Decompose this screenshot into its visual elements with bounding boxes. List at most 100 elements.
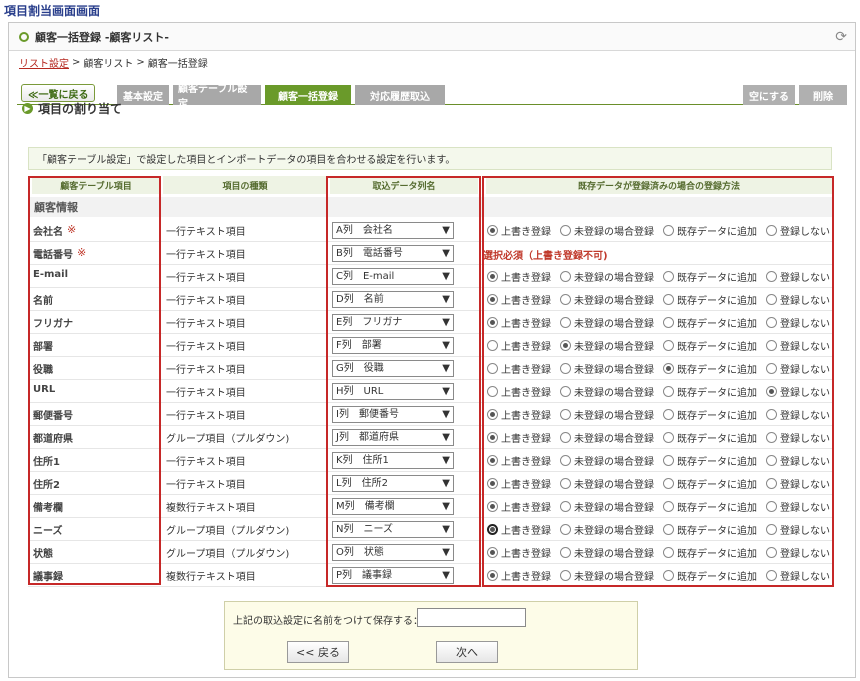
- radio-option-2[interactable]: [663, 455, 674, 466]
- radio-option-1[interactable]: [560, 501, 571, 512]
- tab-history-import[interactable]: 対応履歴取込: [355, 85, 445, 105]
- back-button[interactable]: << 戻る: [287, 641, 349, 663]
- radio-option-2[interactable]: [663, 432, 674, 443]
- radio-option-0[interactable]: [487, 432, 498, 443]
- radio-option-2[interactable]: [663, 363, 674, 374]
- radio-option-3[interactable]: [766, 409, 777, 420]
- breadcrumb-link-list-settings[interactable]: リスト設定: [19, 55, 69, 70]
- empty-button[interactable]: 空にする: [743, 85, 795, 105]
- delete-button[interactable]: 削除: [799, 85, 847, 105]
- radio-option-2[interactable]: [663, 386, 674, 397]
- refresh-icon[interactable]: ⟳: [835, 29, 847, 45]
- radio-option-0[interactable]: [487, 570, 498, 581]
- source-column-select[interactable]: N列 ニーズ ▼: [332, 521, 454, 538]
- field-kind: 一行テキスト項目: [166, 250, 246, 261]
- source-column-select[interactable]: M列 備考欄 ▼: [332, 498, 454, 515]
- radio-option-3[interactable]: [766, 386, 777, 397]
- source-column-select[interactable]: F列 部署 ▼: [332, 337, 454, 354]
- radio-option-0[interactable]: [487, 478, 498, 489]
- source-column-select[interactable]: O列 状態 ▼: [332, 544, 454, 561]
- radio-option-1[interactable]: [560, 225, 571, 236]
- radio-option-2[interactable]: [663, 225, 674, 236]
- radio-option-0[interactable]: [487, 547, 498, 558]
- radio-option-0[interactable]: [487, 409, 498, 420]
- radio-option-1[interactable]: [560, 570, 571, 581]
- radio-option-2[interactable]: [663, 317, 674, 328]
- next-button[interactable]: 次へ: [436, 641, 498, 663]
- source-column-select[interactable]: C列 E-mail ▼: [332, 268, 454, 285]
- radio-option-0[interactable]: [487, 363, 498, 374]
- radio-option-1[interactable]: [560, 317, 571, 328]
- source-column-select[interactable]: I列 郵便番号 ▼: [332, 406, 454, 423]
- source-column-select[interactable]: D列 名前 ▼: [332, 291, 454, 308]
- tab-customer-table-settings[interactable]: 顧客テーブル設定: [173, 84, 261, 110]
- radio-option-1[interactable]: [560, 340, 571, 351]
- radio-option-2[interactable]: [663, 294, 674, 305]
- source-column-value: P列 議事録: [336, 570, 393, 581]
- field-kind: 一行テキスト項目: [166, 388, 246, 399]
- radio-option-label: 未登録の場合登録: [574, 480, 654, 491]
- settings-name-input[interactable]: [417, 608, 526, 627]
- source-column-select[interactable]: B列 電話番号 ▼: [332, 245, 454, 262]
- source-column-select[interactable]: L列 住所2 ▼: [332, 475, 454, 492]
- radio-option-3[interactable]: [766, 432, 777, 443]
- radio-option-3[interactable]: [766, 478, 777, 489]
- radio-option-3[interactable]: [766, 225, 777, 236]
- chevron-down-icon: ▼: [442, 524, 450, 535]
- radio-option-1[interactable]: [560, 386, 571, 397]
- radio-option-1[interactable]: [560, 524, 571, 535]
- radio-option-1[interactable]: [560, 478, 571, 489]
- radio-option-0[interactable]: [487, 386, 498, 397]
- source-column-select[interactable]: H列 URL ▼: [332, 383, 454, 400]
- tab-bulk-register[interactable]: 顧客一括登録: [265, 85, 351, 105]
- radio-option-3[interactable]: [766, 501, 777, 512]
- radio-option-3[interactable]: [766, 570, 777, 581]
- panel-header: 顧客一括登録 -顧客リスト- ⟳: [9, 23, 855, 51]
- radio-option-3[interactable]: [766, 271, 777, 282]
- radio-option-3[interactable]: [766, 363, 777, 374]
- radio-option-3[interactable]: [766, 547, 777, 558]
- radio-option-2[interactable]: [663, 524, 674, 535]
- radio-option-2[interactable]: [663, 478, 674, 489]
- required-selection-warning: 選択必須（上書き登録不可): [483, 251, 608, 262]
- table-row: 住所2 一行テキスト項目 L列 住所2 ▼ 上書き登録 未登録の場合登録 既存データに追加 登…: [28, 472, 832, 495]
- source-column-select[interactable]: E列 フリガナ ▼: [332, 314, 454, 331]
- radio-option-1[interactable]: [560, 547, 571, 558]
- radio-option-3[interactable]: [766, 294, 777, 305]
- radio-option-label: 登録しない: [780, 411, 830, 422]
- radio-option-0[interactable]: [487, 340, 498, 351]
- radio-option-2[interactable]: [663, 271, 674, 282]
- radio-option-1[interactable]: [560, 363, 571, 374]
- radio-option-2[interactable]: [663, 340, 674, 351]
- radio-option-3[interactable]: [766, 340, 777, 351]
- source-column-select[interactable]: A列 会社名 ▼: [332, 222, 454, 239]
- radio-option-1[interactable]: [560, 294, 571, 305]
- source-column-select[interactable]: J列 都道府県 ▼: [332, 429, 454, 446]
- radio-option-0[interactable]: [487, 501, 498, 512]
- registration-method-radio-group: 上書き登録 未登録の場合登録 既存データに追加 登録しない: [487, 499, 839, 514]
- source-column-select[interactable]: G列 役職 ▼: [332, 360, 454, 377]
- radio-option-3[interactable]: [766, 455, 777, 466]
- radio-option-1[interactable]: [560, 409, 571, 420]
- radio-option-0[interactable]: [487, 317, 498, 328]
- source-column-select[interactable]: P列 議事録 ▼: [332, 567, 454, 584]
- radio-option-1[interactable]: [560, 432, 571, 443]
- radio-option-2[interactable]: [663, 570, 674, 581]
- radio-option-3[interactable]: [766, 524, 777, 535]
- radio-option-3[interactable]: [766, 317, 777, 328]
- radio-option-0[interactable]: [487, 271, 498, 282]
- source-column-select[interactable]: K列 住所1 ▼: [332, 452, 454, 469]
- radio-option-0[interactable]: [487, 524, 498, 535]
- radio-option-2[interactable]: [663, 547, 674, 558]
- radio-option-2[interactable]: [663, 501, 674, 512]
- radio-option-1[interactable]: [560, 271, 571, 282]
- field-label: 住所1: [33, 457, 60, 468]
- table-row: 会社名 ※ 一行テキスト項目 A列 会社名 ▼ 上書き登録 未登録の場合登録 既存データに追加…: [28, 219, 832, 242]
- radio-option-1[interactable]: [560, 455, 571, 466]
- radio-option-0[interactable]: [487, 225, 498, 236]
- radio-option-0[interactable]: [487, 294, 498, 305]
- radio-option-2[interactable]: [663, 409, 674, 420]
- tab-basic-settings[interactable]: 基本設定: [117, 85, 169, 105]
- radio-option-label: 既存データに追加: [677, 411, 757, 422]
- radio-option-0[interactable]: [487, 455, 498, 466]
